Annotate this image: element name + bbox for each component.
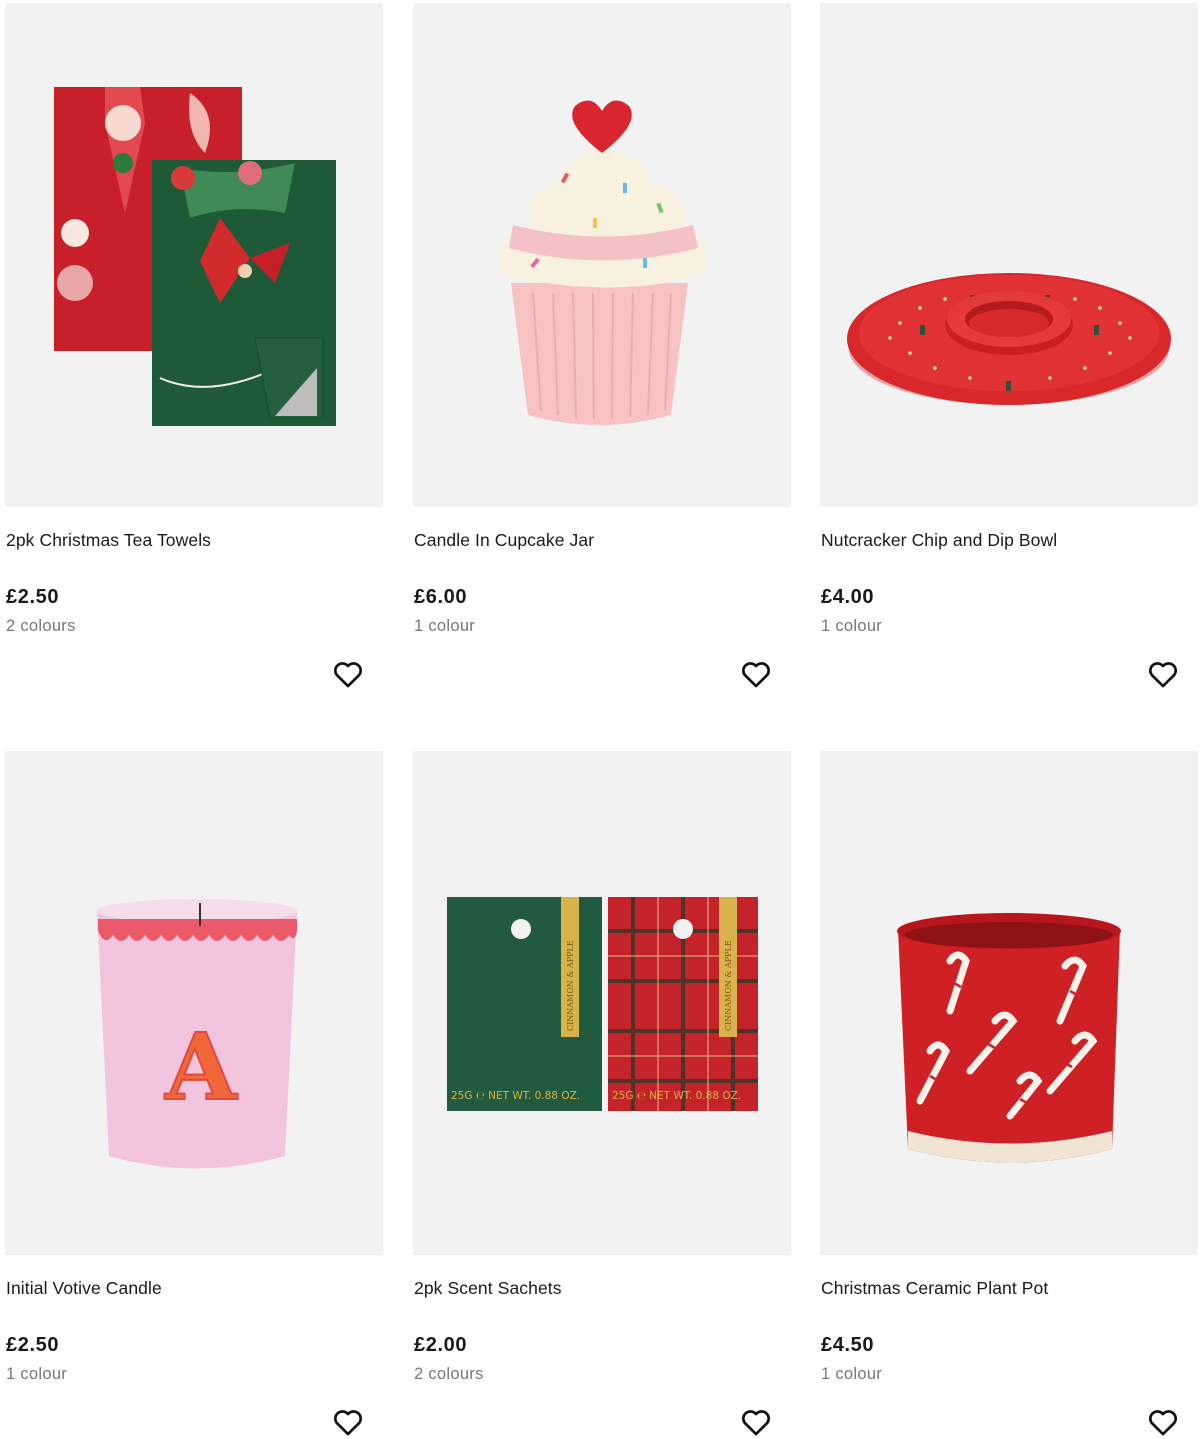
heart-outline-icon — [742, 1410, 770, 1436]
product-card: Christmas Ceramic Plant Pot £4.50 1 colo… — [820, 751, 1198, 1436]
product-price: £2.50 — [6, 1334, 60, 1356]
product-price: £4.50 — [821, 1334, 875, 1356]
product-card: Candle In Cupcake Jar £6.00 1 colour — [413, 3, 791, 688]
product-price: £2.50 — [6, 586, 60, 608]
heart-outline-icon — [334, 662, 362, 688]
heart-outline-icon — [742, 662, 770, 688]
sachet-weight-text: 25G ℮ NET WT. 0.88 OZ. — [451, 1090, 580, 1102]
product-colours: 1 colour — [821, 1365, 883, 1383]
product-image-plant-pot[interactable] — [820, 751, 1198, 1255]
heart-outline-icon — [334, 1410, 362, 1436]
product-colours: 1 colour — [414, 617, 476, 635]
product-image-scent-sachets[interactable]: 25G ℮ NET WT. 0.88 OZ. 25G ℮ NET WT. 0.8… — [413, 751, 791, 1255]
wishlist-button[interactable] — [739, 657, 773, 691]
candle-initial-letter: A — [164, 1013, 238, 1121]
product-image-tea-towels[interactable] — [5, 3, 383, 507]
product-card: Nutcracker Chip and Dip Bowl £4.00 1 col… — [820, 3, 1198, 688]
sachet-scent-text: CINNAMON & APPLE — [724, 940, 733, 1031]
wishlist-button[interactable] — [739, 1405, 773, 1439]
product-title[interactable]: Initial Votive Candle — [6, 1278, 162, 1299]
product-image-votive-candle[interactable]: A — [5, 751, 383, 1255]
product-price: £6.00 — [414, 586, 468, 608]
wishlist-button[interactable] — [1146, 1405, 1180, 1439]
product-colours: 2 colours — [6, 617, 76, 635]
sachet-scent-text: CINNAMON & APPLE — [566, 940, 575, 1031]
product-price: £2.00 — [414, 1334, 468, 1356]
product-image-chip-dip-bowl[interactable] — [820, 3, 1198, 507]
product-card: A Initial Votive Candle £2.50 1 colour — [5, 751, 383, 1436]
product-image-cupcake-jar[interactable] — [413, 3, 791, 507]
product-title[interactable]: 2pk Scent Sachets — [414, 1278, 562, 1299]
product-card: 2pk Christmas Tea Towels £2.50 2 colours — [5, 3, 383, 688]
product-colours: 1 colour — [821, 617, 883, 635]
product-title[interactable]: Christmas Ceramic Plant Pot — [821, 1278, 1048, 1299]
product-title[interactable]: Candle In Cupcake Jar — [414, 530, 594, 551]
product-title[interactable]: 2pk Christmas Tea Towels — [6, 530, 211, 551]
heart-outline-icon — [1149, 1410, 1177, 1436]
product-title[interactable]: Nutcracker Chip and Dip Bowl — [821, 530, 1057, 551]
heart-outline-icon — [1149, 662, 1177, 688]
product-card: 25G ℮ NET WT. 0.88 OZ. 25G ℮ NET WT. 0.8… — [413, 751, 791, 1436]
wishlist-button[interactable] — [331, 657, 365, 691]
product-colours: 2 colours — [414, 1365, 484, 1383]
product-colours: 1 colour — [6, 1365, 68, 1383]
wishlist-button[interactable] — [331, 1405, 365, 1439]
product-price: £4.00 — [821, 586, 875, 608]
sachet-weight-text: 25G ℮ NET WT. 0.88 OZ. — [612, 1090, 741, 1102]
wishlist-button[interactable] — [1146, 657, 1180, 691]
